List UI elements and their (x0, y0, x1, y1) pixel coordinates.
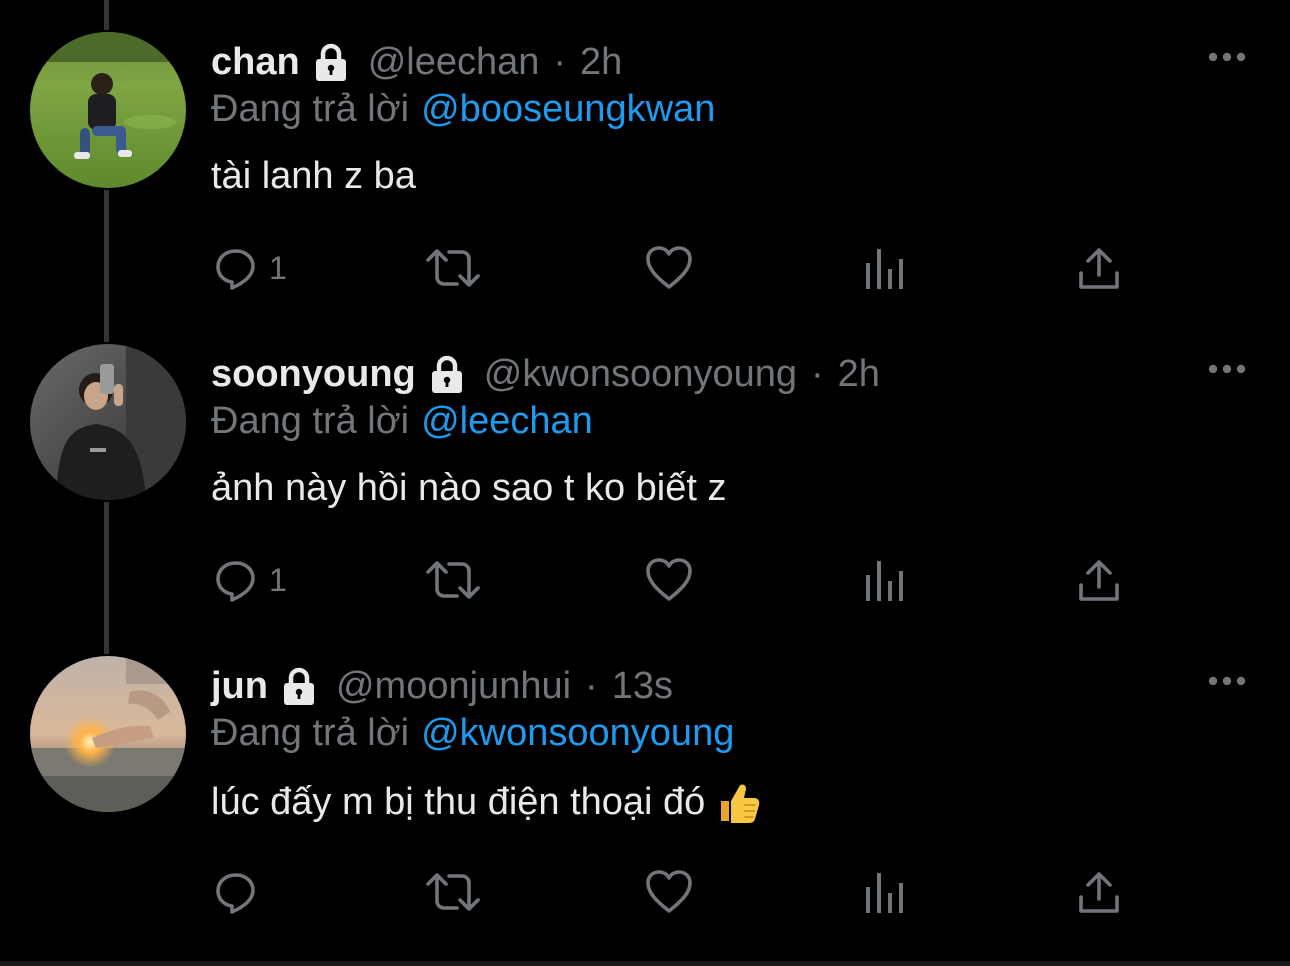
lock-icon (310, 41, 352, 83)
heart-icon (646, 558, 692, 601)
timestamp[interactable]: 2h (838, 353, 880, 396)
like-button[interactable] (645, 240, 693, 296)
share-icon (1079, 872, 1119, 913)
separator-dot: · (811, 352, 824, 395)
retweet-button[interactable] (425, 240, 481, 296)
like-button[interactable] (645, 552, 693, 608)
avatar[interactable] (30, 344, 186, 500)
timestamp[interactable]: 2h (580, 41, 622, 84)
action-bar (211, 864, 1141, 920)
avatar-image (30, 32, 186, 188)
avatar-image (30, 656, 186, 812)
share-button[interactable] (1077, 864, 1121, 920)
reply-count: 1 (269, 249, 287, 286)
replying-prefix: Đang trả lời (211, 712, 410, 754)
action-bar: 1 (211, 552, 1141, 608)
analytics-button[interactable] (863, 552, 905, 608)
tweet[interactable]: jun @moonjunhui · 13s Đang trả lời @kwons… (0, 624, 1290, 936)
share-button[interactable] (1077, 240, 1121, 296)
retweet-icon (426, 561, 480, 599)
analytics-button[interactable] (863, 864, 905, 920)
tweet-header: jun @moonjunhui · 13s (211, 662, 673, 710)
reply-icon (216, 249, 255, 290)
replying-prefix: Đang trả lời (211, 88, 410, 130)
separator-dot: · (585, 664, 598, 707)
reply-count: 1 (269, 561, 287, 598)
more-horizontal-icon[interactable] (1205, 666, 1249, 696)
user-handle[interactable]: @leechan (368, 41, 540, 84)
lock-icon (278, 665, 320, 707)
tweet-text-content: lúc đấy m bị thu điện thoại đó (211, 780, 706, 823)
analytics-icon (866, 873, 903, 913)
analytics-icon (866, 249, 903, 289)
tweet-text-content: ảnh này hồi nào sao t ko biết z (211, 467, 727, 509)
reply-icon (216, 873, 255, 914)
tweet-text: ảnh này hồi nào sao t ko biết z (211, 467, 726, 510)
display-name[interactable]: chan (211, 41, 300, 84)
reply-button[interactable] (213, 864, 269, 920)
tweet-header: chan @leechan · 2h (211, 38, 622, 86)
user-handle[interactable]: @moonjunhui (336, 665, 571, 708)
reply-button[interactable]: 1 (213, 552, 287, 608)
user-handle[interactable]: @kwonsoonyoung (484, 353, 797, 396)
avatar-image (30, 344, 186, 500)
bottom-divider (0, 961, 1290, 966)
action-bar: 1 (211, 240, 1141, 296)
display-name[interactable]: soonyoung (211, 353, 416, 396)
retweet-icon (426, 249, 480, 287)
heart-icon (646, 870, 692, 913)
reply-button[interactable]: 1 (213, 240, 287, 296)
heart-icon (646, 246, 692, 289)
mention-link[interactable]: @leechan (421, 400, 593, 442)
display-name[interactable]: jun (211, 665, 268, 708)
separator-dot: · (553, 40, 567, 83)
analytics-button[interactable] (863, 240, 905, 296)
tweet-text-content: tài lanh z ba (211, 155, 416, 197)
reply-icon (216, 561, 255, 602)
replying-to: Đang trả lời @booseungkwan (211, 88, 715, 131)
retweet-button[interactable] (425, 864, 481, 920)
avatar[interactable] (30, 32, 186, 188)
mention-link[interactable]: @booseungkwan (421, 88, 715, 130)
analytics-icon (866, 561, 903, 601)
mention-link[interactable]: @kwonsoonyoung (421, 712, 734, 754)
tweet[interactable]: soonyoung @kwonsoonyoung · 2h Đang trả l… (0, 312, 1290, 624)
replying-to: Đang trả lời @kwonsoonyoung (211, 712, 734, 755)
tweet[interactable]: chan @leechan · 2h Đang trả lời @booseung… (0, 0, 1290, 312)
share-icon (1079, 248, 1119, 289)
retweet-button[interactable] (425, 552, 481, 608)
replying-to: Đang trả lời @leechan (211, 400, 593, 443)
more-horizontal-icon[interactable] (1205, 42, 1249, 72)
share-icon (1079, 560, 1119, 601)
tweet-text: tài lanh z ba (211, 155, 416, 198)
avatar[interactable] (30, 656, 186, 812)
more-horizontal-icon[interactable] (1205, 354, 1249, 384)
tweet-text: lúc đấy m bị thu điện thoại đó (211, 779, 761, 825)
tweet-header: soonyoung @kwonsoonyoung · 2h (211, 350, 880, 398)
timestamp[interactable]: 13s (612, 665, 673, 708)
retweet-icon (426, 873, 480, 911)
replying-prefix: Đang trả lời (211, 400, 410, 442)
share-button[interactable] (1077, 552, 1121, 608)
lock-icon (426, 353, 468, 395)
like-button[interactable] (645, 864, 693, 920)
thumbs-up-emoji (715, 779, 761, 825)
